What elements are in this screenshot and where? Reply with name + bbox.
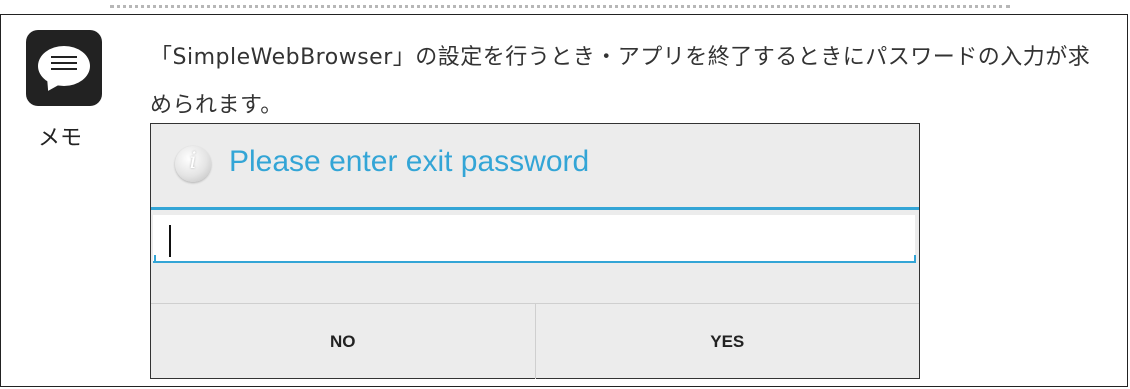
no-button[interactable]: NO [151,304,536,379]
top-cut-text [0,0,1130,14]
memo-label: メモ [38,126,83,151]
input-underline-left-tick [154,255,156,263]
yes-button[interactable]: YES [536,304,920,379]
dialog-title: Please enter exit password [229,145,590,178]
password-dialog: i Please enter exit password NO YES [150,123,920,379]
info-icon: i [175,146,211,182]
dialog-button-row: NO YES [151,303,919,379]
password-input[interactable] [153,215,915,263]
dialog-title-bar: i Please enter exit password [151,124,919,210]
memo-text: 「SimpleWebBrowser」の設定を行うとき・アプリを終了するときにパス… [150,45,1091,118]
text-cursor [169,225,171,257]
memo-speech-bubble-icon [26,30,102,106]
input-underline-right-tick [914,255,916,263]
